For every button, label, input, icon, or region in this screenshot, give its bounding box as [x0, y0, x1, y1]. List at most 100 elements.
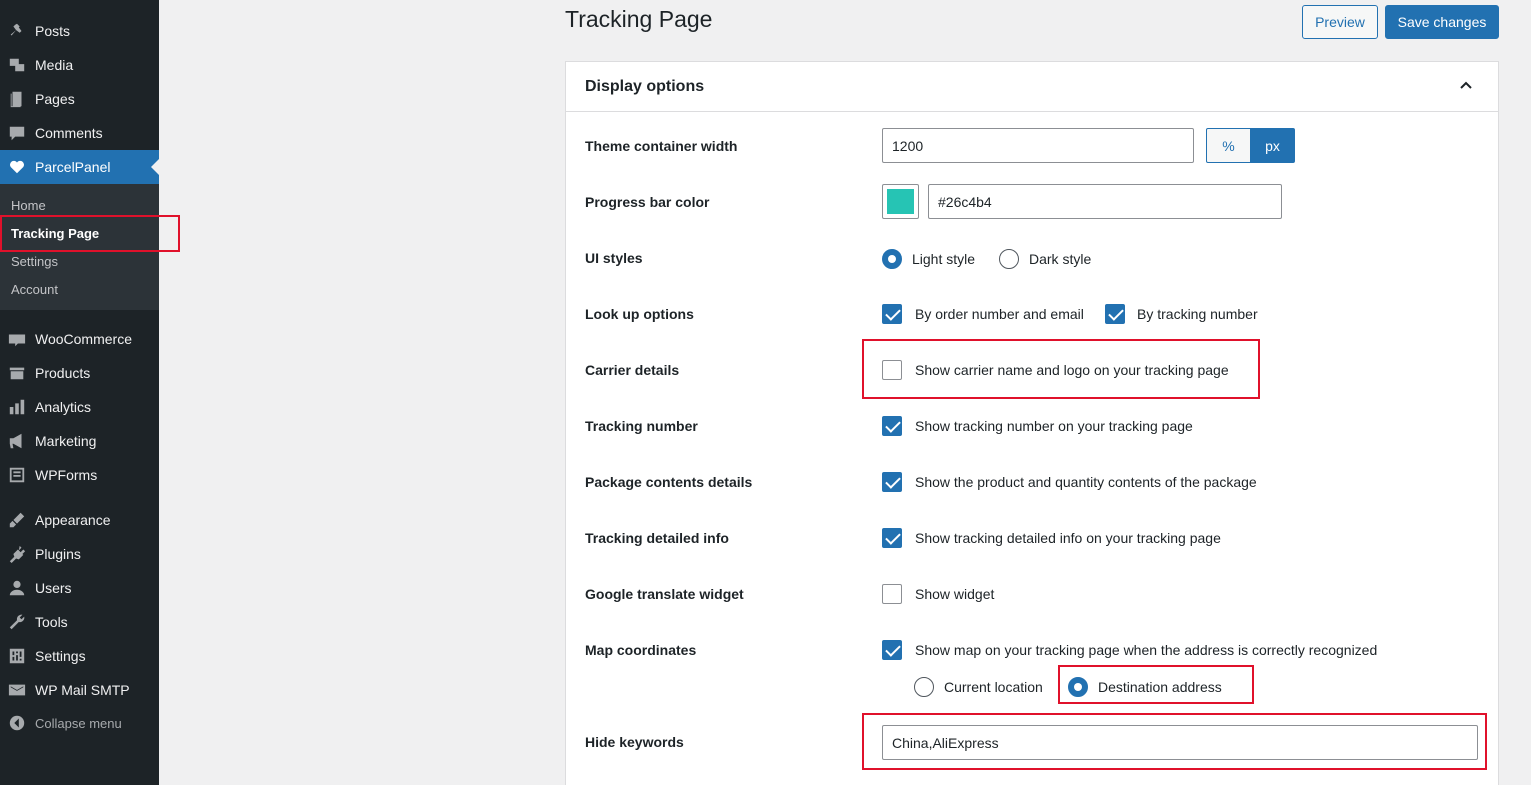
submenu-tracking-page[interactable]: Tracking Page: [11, 226, 99, 241]
sidebar-item-label: Marketing: [35, 433, 97, 449]
mail-icon: [7, 680, 27, 700]
container-width-input[interactable]: [882, 128, 1194, 163]
sidebar-item-label: Analytics: [35, 399, 92, 415]
sidebar-item-tools[interactable]: Tools: [0, 605, 159, 639]
heart-icon: [7, 157, 27, 177]
tracking-info-checkbox[interactable]: [882, 528, 902, 548]
map-coordinates-label: Map coordinates: [585, 642, 697, 658]
translate-widget-checkbox[interactable]: [882, 584, 902, 604]
map-coordinates-checkbox[interactable]: [882, 640, 902, 660]
sidebar-item-appearance[interactable]: Appearance: [0, 503, 159, 537]
sidebar-item-label: Media: [35, 57, 74, 73]
carrier-details-checkbox[interactable]: [882, 360, 902, 380]
sidebar-item-label: Products: [35, 365, 91, 381]
sidebar-item-analytics[interactable]: Analytics: [0, 390, 159, 424]
translate-widget-option[interactable]: Show widget: [915, 586, 994, 602]
submenu-account[interactable]: Account: [11, 282, 58, 297]
sidebar-item-label: WooCommerce: [35, 331, 132, 347]
tracking-number-option[interactable]: Show tracking number on your tracking pa…: [915, 418, 1193, 434]
lookup-options-label: Look up options: [585, 306, 694, 322]
sidebar-item-label: Plugins: [35, 546, 81, 562]
sidebar-item-label: Pages: [35, 91, 75, 107]
woo-icon: [7, 329, 27, 349]
sidebar-item-label: Users: [35, 580, 72, 596]
color-swatch-fill: [887, 189, 914, 214]
hide-keywords-input[interactable]: [882, 725, 1478, 760]
sidebar-item-posts[interactable]: Posts: [0, 14, 159, 48]
sidebar-item-parcelpanel[interactable]: ParcelPanel: [0, 150, 159, 184]
preview-button[interactable]: Preview: [1302, 5, 1378, 39]
sidebar-item-label: Tools: [35, 614, 68, 630]
light-style-radio[interactable]: [882, 249, 902, 269]
page-title: Tracking Page: [565, 6, 713, 32]
package-contents-option[interactable]: Show the product and quantity contents o…: [915, 474, 1257, 490]
sidebar-item-label: Collapse menu: [35, 715, 122, 731]
progress-color-input[interactable]: [928, 184, 1282, 219]
admin-sidebar: Posts Media Pages Comments ParcelPanel H…: [0, 0, 159, 785]
sidebar-item-label: Posts: [35, 23, 71, 39]
dark-style-label[interactable]: Dark style: [1029, 251, 1091, 267]
carrier-details-label: Carrier details: [585, 362, 680, 378]
container-width-label: Theme container width: [585, 138, 738, 154]
sidebar-item-wpforms[interactable]: WPForms: [0, 458, 159, 492]
chevron-up-icon[interactable]: [1458, 78, 1474, 94]
sidebar-item-users[interactable]: Users: [0, 571, 159, 605]
sidebar-item-label: Appearance: [35, 512, 111, 528]
sidebar-item-comments[interactable]: Comments: [0, 116, 159, 150]
sidebar-item-products[interactable]: Products: [0, 356, 159, 390]
submenu-settings[interactable]: Settings: [11, 254, 58, 269]
sidebar-item-settings[interactable]: Settings: [0, 639, 159, 673]
lookup-order-email-label[interactable]: By order number and email: [915, 306, 1084, 322]
destination-address-radio[interactable]: [1068, 677, 1088, 697]
comments-icon: [7, 123, 27, 143]
lookup-tracking-number-label[interactable]: By tracking number: [1137, 306, 1258, 322]
lookup-order-email-checkbox[interactable]: [882, 304, 902, 324]
tracking-number-checkbox[interactable]: [882, 416, 902, 436]
collapse-menu-button[interactable]: Collapse menu: [0, 706, 159, 740]
tracking-number-label: Tracking number: [585, 418, 698, 434]
color-swatch-button[interactable]: [882, 184, 919, 219]
pin-icon: [7, 21, 27, 41]
settings-icon: [7, 646, 27, 666]
pages-icon: [7, 89, 27, 109]
lookup-tracking-number-checkbox[interactable]: [1105, 304, 1125, 324]
destination-address-label[interactable]: Destination address: [1098, 679, 1222, 695]
products-icon: [7, 363, 27, 383]
current-location-radio[interactable]: [914, 677, 934, 697]
analytics-icon: [7, 397, 27, 417]
ui-styles-label: UI styles: [585, 250, 643, 266]
map-coordinates-option[interactable]: Show map on your tracking page when the …: [915, 642, 1377, 658]
sidebar-item-media[interactable]: Media: [0, 48, 159, 82]
sidebar-item-plugins[interactable]: Plugins: [0, 537, 159, 571]
current-location-label[interactable]: Current location: [944, 679, 1043, 695]
unit-px-button[interactable]: px: [1250, 128, 1295, 163]
media-icon: [7, 55, 27, 75]
wrench-icon: [7, 612, 27, 632]
package-contents-checkbox[interactable]: [882, 472, 902, 492]
sidebar-item-label: WP Mail SMTP: [35, 682, 130, 698]
progress-color-label: Progress bar color: [585, 194, 710, 210]
sidebar-item-woocommerce[interactable]: WooCommerce: [0, 322, 159, 356]
sidebar-item-pages[interactable]: Pages: [0, 82, 159, 116]
parcelpanel-submenu: Home Tracking Page Settings Account: [0, 184, 159, 310]
unit-percent-button[interactable]: %: [1206, 128, 1251, 163]
sidebar-item-marketing[interactable]: Marketing: [0, 424, 159, 458]
panel-header[interactable]: Display options: [566, 62, 1498, 112]
sidebar-item-label: WPForms: [35, 467, 98, 483]
forms-icon: [7, 465, 27, 485]
carrier-details-option[interactable]: Show carrier name and logo on your track…: [915, 362, 1229, 378]
dark-style-radio[interactable]: [999, 249, 1019, 269]
tracking-info-label: Tracking detailed info: [585, 530, 729, 546]
light-style-label[interactable]: Light style: [912, 251, 975, 267]
sidebar-item-label: Settings: [35, 648, 86, 664]
brush-icon: [7, 510, 27, 530]
translate-widget-label: Google translate widget: [585, 586, 744, 602]
megaphone-icon: [7, 431, 27, 451]
sidebar-item-wp-mail-smtp[interactable]: WP Mail SMTP: [0, 673, 159, 707]
save-changes-button[interactable]: Save changes: [1385, 5, 1499, 39]
user-icon: [7, 578, 27, 598]
plug-icon: [7, 544, 27, 564]
submenu-home[interactable]: Home: [11, 198, 46, 213]
tracking-info-option[interactable]: Show tracking detailed info on your trac…: [915, 530, 1221, 546]
package-contents-label: Package contents details: [585, 474, 753, 490]
